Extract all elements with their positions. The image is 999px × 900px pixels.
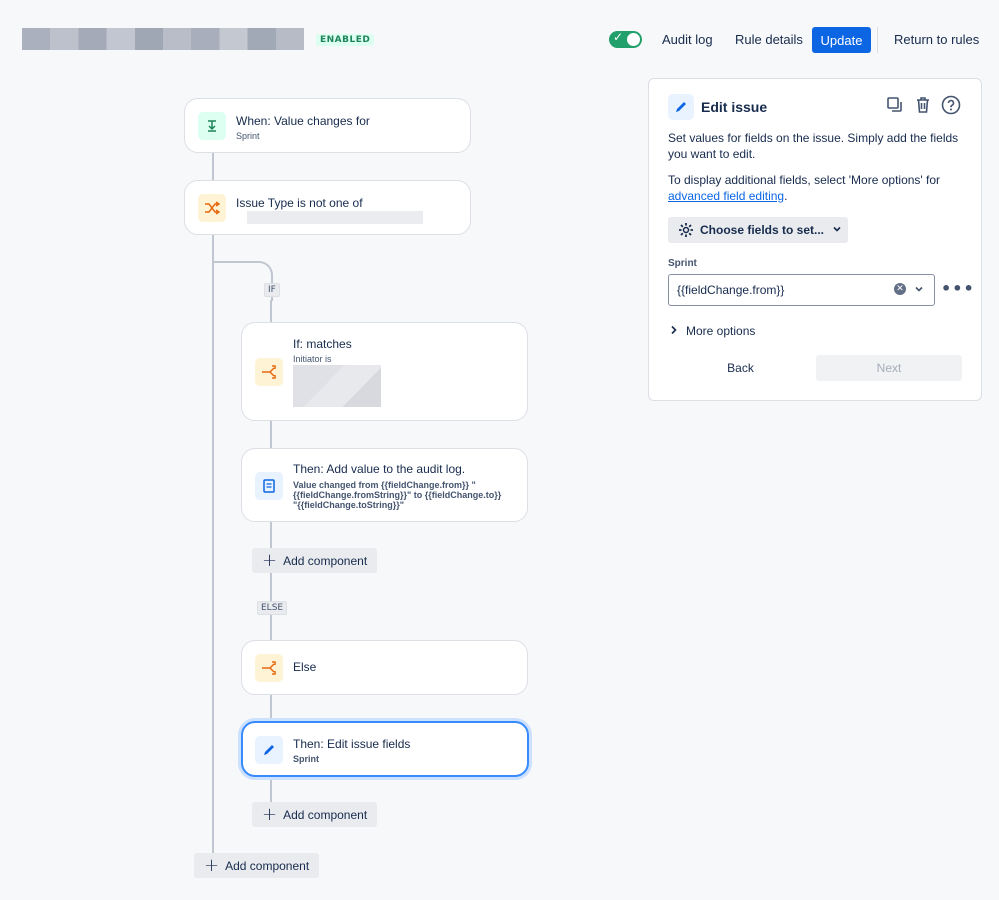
advanced-note-suffix: .: [784, 189, 788, 203]
edit-issue-panel: Edit issue Set values for fields on the …: [648, 78, 982, 401]
branch-icon: [255, 358, 283, 386]
advanced-note-prefix: To display additional fields, select 'Mo…: [668, 173, 941, 187]
trigger-title: When: Value changes for: [236, 114, 370, 128]
choose-fields-button[interactable]: Choose fields to set...: [668, 217, 848, 243]
toggle-knob: [627, 33, 640, 46]
check-icon: ✓: [613, 30, 624, 44]
audit-action-detail-3: "{{fieldChange.toString}}": [293, 500, 405, 510]
plus-icon: +: [204, 854, 220, 876]
add-component-button[interactable]: + Add component: [194, 853, 319, 878]
add-component-button[interactable]: + Add component: [252, 548, 377, 573]
panel-description: Set values for fields on the issue. Simp…: [668, 131, 959, 161]
rule-name-redacted: [22, 28, 304, 50]
add-component-label: Add component: [283, 553, 368, 568]
if-block-title: If: matches: [293, 337, 352, 351]
enable-toggle[interactable]: ✓: [609, 30, 642, 48]
else-label: ELSE: [257, 601, 288, 615]
update-button[interactable]: Update: [812, 27, 871, 53]
sprint-field-input[interactable]: {{fieldChange.from}} ✕: [668, 274, 935, 306]
chevron-right-icon: [670, 324, 678, 338]
download-icon: [198, 112, 226, 140]
else-block-card[interactable]: Else: [241, 640, 528, 695]
connector-line: [270, 777, 272, 804]
document-icon: [255, 472, 283, 500]
connector-line: [270, 695, 272, 721]
initiator-redacted: [293, 365, 381, 407]
header-divider: [877, 27, 878, 53]
panel-advanced-note: To display additional fields, select 'Mo…: [668, 172, 963, 204]
more-actions-icon[interactable]: •••: [941, 279, 975, 298]
connector-line: [212, 153, 214, 180]
audit-action-card[interactable]: Then: Add value to the audit log. Value …: [241, 448, 528, 522]
audit-action-detail-1: Value changed from {{fieldChange.from}} …: [293, 480, 476, 490]
advanced-field-editing-link[interactable]: advanced field editing: [668, 189, 784, 203]
if-block-subtitle: Initiator is: [293, 354, 332, 364]
connector-line: [270, 300, 272, 322]
gear-icon: [678, 222, 694, 238]
panel-title: Edit issue: [701, 99, 768, 115]
connector-line: [212, 235, 214, 855]
copy-icon[interactable]: [885, 95, 905, 115]
else-block-title: Else: [293, 660, 317, 674]
edit-action-card[interactable]: Then: Edit issue fields Sprint: [241, 721, 529, 777]
pencil-icon: [255, 736, 283, 764]
add-component-button[interactable]: + Add component: [252, 802, 377, 827]
help-icon[interactable]: [941, 95, 961, 115]
edit-action-title: Then: Edit issue fields: [293, 737, 411, 751]
more-options-label: More options: [686, 324, 756, 338]
choose-fields-label: Choose fields to set...: [700, 223, 825, 237]
edit-action-subtitle: Sprint: [293, 754, 319, 764]
sprint-field-value: {{fieldChange.from}}: [677, 283, 785, 297]
connector-line: [270, 420, 272, 448]
more-options-toggle[interactable]: More options: [670, 324, 755, 338]
add-component-label: Add component: [283, 807, 368, 822]
condition-title: Issue Type is not one of: [236, 196, 363, 210]
back-button[interactable]: Back: [668, 355, 813, 381]
condition-values-redacted: [247, 211, 423, 224]
branch-icon: [255, 654, 283, 682]
plus-icon: +: [262, 549, 278, 571]
condition-card[interactable]: Issue Type is not one of: [184, 180, 471, 235]
if-label: IF: [264, 283, 280, 297]
trigger-subtitle: Sprint: [236, 131, 260, 141]
chevron-down-icon: [832, 223, 842, 237]
chevron-down-icon[interactable]: [913, 283, 925, 298]
sprint-field-label: Sprint: [668, 258, 697, 269]
rule-details-button[interactable]: Rule details: [735, 32, 803, 47]
return-to-rules-button[interactable]: Return to rules: [894, 32, 979, 47]
audit-action-title: Then: Add value to the audit log.: [293, 462, 466, 476]
pencil-icon: [668, 94, 694, 120]
audit-action-detail-2: {{fieldChange.fromString}}" to {{fieldCh…: [293, 490, 502, 500]
add-component-label: Add component: [225, 858, 310, 873]
connector-line: [270, 522, 272, 640]
trigger-card[interactable]: When: Value changes for Sprint: [184, 98, 471, 153]
status-badge: ENABLED: [316, 34, 375, 46]
trash-icon[interactable]: [913, 95, 933, 115]
audit-log-button[interactable]: Audit log: [662, 32, 713, 47]
panel-toolbar: [885, 95, 961, 115]
next-button[interactable]: Next: [816, 355, 962, 381]
clear-icon[interactable]: ✕: [894, 283, 906, 295]
shuffle-icon: [198, 194, 226, 222]
if-block-card[interactable]: If: matches Initiator is: [241, 322, 528, 421]
plus-icon: +: [262, 803, 278, 825]
